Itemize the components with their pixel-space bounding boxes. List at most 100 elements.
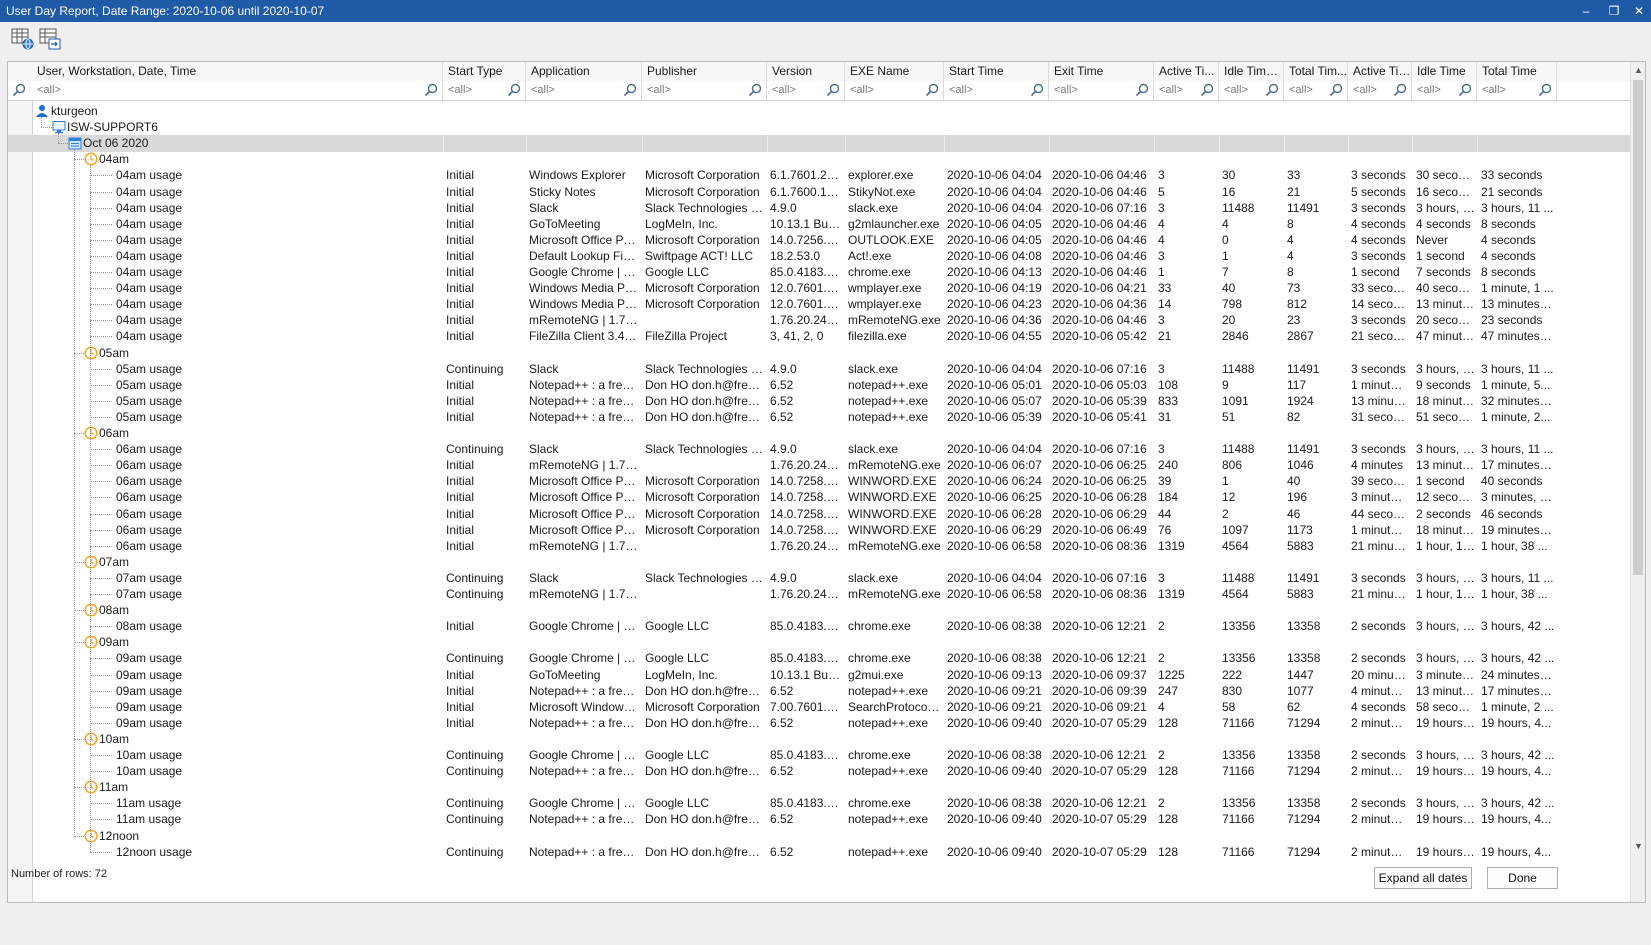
column-filter[interactable]: <all> [32, 81, 443, 100]
table-row[interactable]: 05am usage Initial Notepad++ : a free (G..… [8, 409, 1630, 426]
column-header[interactable]: Total Time [1477, 62, 1557, 81]
tree-node-hour[interactable]: 11am [8, 779, 1630, 796]
column-filter[interactable]: <all> [1154, 81, 1219, 100]
scroll-thumb[interactable] [1633, 80, 1643, 575]
filter-search-icon[interactable] [1329, 83, 1343, 97]
table-row[interactable]: 04am usage Initial mRemoteNG | 1.76.20... 1… [8, 312, 1630, 329]
filter-search-icon[interactable] [1538, 83, 1552, 97]
table-row[interactable]: 04am usage Initial FileZilla Client 3.41.2… [8, 328, 1630, 345]
expand-all-dates-button[interactable]: Expand all dates [1374, 867, 1472, 889]
done-button[interactable]: Done [1487, 867, 1558, 889]
column-filter[interactable]: <all> [1348, 81, 1412, 100]
table-row[interactable]: 05am usage Continuing Slack Slack Technolog… [8, 361, 1630, 378]
table-row[interactable]: 04am usage Initial Microsoft Office Profes… [8, 232, 1630, 249]
column-filter[interactable]: <all> [845, 81, 944, 100]
tree-node-hour[interactable]: 08am [8, 602, 1630, 619]
table-row[interactable]: 05am usage Initial Notepad++ : a free (G..… [8, 393, 1630, 410]
column-header[interactable]: EXE Name [845, 62, 944, 81]
restore-button[interactable]: ❐ [1601, 1, 1627, 21]
table-row[interactable]: 05am usage Initial Notepad++ : a free (G..… [8, 377, 1630, 394]
filter-search-icon[interactable] [748, 83, 762, 97]
minimize-button[interactable]: – [1573, 1, 1599, 21]
table-row[interactable]: 04am usage Initial GoToMeeting LogMeIn, Inc… [8, 216, 1630, 233]
column-filter[interactable]: <all> [944, 81, 1049, 100]
table-row[interactable]: 07am usage Continuing mRemoteNG | 1.76.20.… [8, 586, 1630, 603]
table-row[interactable]: 09am usage Initial Notepad++ : a free (G..… [8, 683, 1630, 700]
column-header[interactable]: Version [767, 62, 845, 81]
column-filter[interactable]: <all> [526, 81, 642, 100]
table-row[interactable]: 04am usage Initial Google Chrome | 85.0...… [8, 264, 1630, 281]
column-header[interactable]: Idle Time [1412, 62, 1477, 81]
table-row[interactable]: 07am usage Continuing Slack Slack Technolog… [8, 570, 1630, 587]
column-header[interactable]: Active Time [1348, 62, 1412, 81]
filter-search-icon[interactable] [507, 83, 521, 97]
grid-globe-icon[interactable] [10, 26, 36, 52]
column-filter[interactable]: <all> [767, 81, 845, 100]
tree-node-hour[interactable]: 05am [8, 345, 1630, 362]
vertical-scrollbar[interactable]: ▲ ▼ [1630, 62, 1645, 902]
column-filter[interactable]: <all> [1477, 81, 1557, 100]
tree-node-user[interactable]: kturgeon [8, 103, 1630, 120]
tree-node-hour[interactable]: 09am [8, 634, 1630, 651]
column-header[interactable]: Application [526, 62, 642, 81]
tree-node-workstation[interactable]: ISW-SUPPORT6 [8, 119, 1630, 136]
table-row[interactable]: 04am usage Initial Sticky Notes Microsoft C… [8, 184, 1630, 201]
column-header[interactable]: Publisher [642, 62, 767, 81]
table-row[interactable]: 06am usage Initial Microsoft Office Profes… [8, 489, 1630, 506]
table-row[interactable]: 09am usage Initial Microsoft Windows Se...… [8, 699, 1630, 716]
table-row[interactable]: 10am usage Continuing Notepad++ : a free (… [8, 763, 1630, 780]
column-header[interactable]: Start Type [443, 62, 526, 81]
column-header[interactable]: Active Ti... [1154, 62, 1219, 81]
table-row[interactable]: 11am usage Continuing Notepad++ : a free (… [8, 811, 1630, 828]
scroll-up-icon[interactable]: ▲ [1631, 62, 1645, 78]
table-row[interactable]: 04am usage Initial Windows Media Player Mic… [8, 296, 1630, 313]
column-filter[interactable]: <all> [1219, 81, 1284, 100]
table-row[interactable]: 06am usage Initial Microsoft Office Profes… [8, 506, 1630, 523]
filter-search-icon[interactable] [1030, 83, 1044, 97]
close-button[interactable]: ✕ [1626, 1, 1651, 21]
column-header[interactable]: Idle Time (... [1219, 62, 1284, 81]
column-header[interactable]: User, Workstation, Date, Time [32, 62, 443, 81]
table-row[interactable]: 06am usage Initial Microsoft Office Profes… [8, 522, 1630, 539]
filter-row-search-icon[interactable] [12, 83, 26, 97]
column-header[interactable]: Exit Time [1049, 62, 1154, 81]
column-filter[interactable]: <all> [642, 81, 767, 100]
table-row[interactable]: 06am usage Initial mRemoteNG | 1.76.20... 1… [8, 538, 1630, 555]
table-row[interactable]: 04am usage Initial Windows Media Player Mic… [8, 280, 1630, 297]
filter-search-icon[interactable] [826, 83, 840, 97]
column-filter[interactable]: <all> [1284, 81, 1348, 100]
column-filter[interactable]: <all> [1049, 81, 1154, 100]
table-row[interactable]: 06am usage Continuing Slack Slack Technolog… [8, 441, 1630, 458]
tree-node-hour[interactable]: 06am [8, 425, 1630, 442]
table-row[interactable]: 06am usage Initial Microsoft Office Profes… [8, 473, 1630, 490]
filter-search-icon[interactable] [424, 83, 438, 97]
table-row[interactable]: 12noon usage Continuing Notepad++ : a free… [8, 844, 1630, 861]
tree-node-hour[interactable]: 10am [8, 731, 1630, 748]
tree-node-date[interactable]: Oct 06 2020 [8, 135, 1630, 153]
filter-search-icon[interactable] [1458, 83, 1472, 97]
filter-search-icon[interactable] [623, 83, 637, 97]
filter-search-icon[interactable] [1393, 83, 1407, 97]
filter-search-icon[interactable] [925, 83, 939, 97]
column-header[interactable]: Start Time [944, 62, 1049, 81]
export-icon[interactable] [37, 26, 63, 52]
table-row[interactable]: 08am usage Initial Google Chrome | 85.0...… [8, 618, 1630, 635]
column-filter[interactable]: <all> [443, 81, 526, 100]
table-row[interactable]: 04am usage Initial Slack Slack Technologies… [8, 200, 1630, 217]
table-row[interactable]: 09am usage Initial Notepad++ : a free (G..… [8, 715, 1630, 732]
filter-search-icon[interactable] [1200, 83, 1214, 97]
table-row[interactable]: 11am usage Continuing Google Chrome | 85.0… [8, 795, 1630, 812]
column-header[interactable]: Total Tim... [1284, 62, 1348, 81]
filter-search-icon[interactable] [1265, 83, 1279, 97]
table-row[interactable]: 04am usage Initial Windows Explorer Microso… [8, 167, 1630, 184]
tree-node-hour[interactable]: 04am [8, 151, 1630, 168]
scroll-down-icon[interactable]: ▼ [1631, 838, 1645, 854]
table-row[interactable]: 10am usage Continuing Google Chrome | 85.0… [8, 747, 1630, 764]
table-row[interactable]: 09am usage Continuing Google Chrome | 85.0… [8, 650, 1630, 667]
filter-search-icon[interactable] [1135, 83, 1149, 97]
tree-node-hour[interactable]: 07am [8, 554, 1630, 571]
column-filter[interactable]: <all> [1412, 81, 1477, 100]
table-row[interactable]: 04am usage Initial Default Lookup Field f.… [8, 248, 1630, 265]
table-row[interactable]: 09am usage Initial GoToMeeting LogMeIn, Inc… [8, 667, 1630, 684]
table-row[interactable]: 06am usage Initial mRemoteNG | 1.76.20... 1… [8, 457, 1630, 474]
